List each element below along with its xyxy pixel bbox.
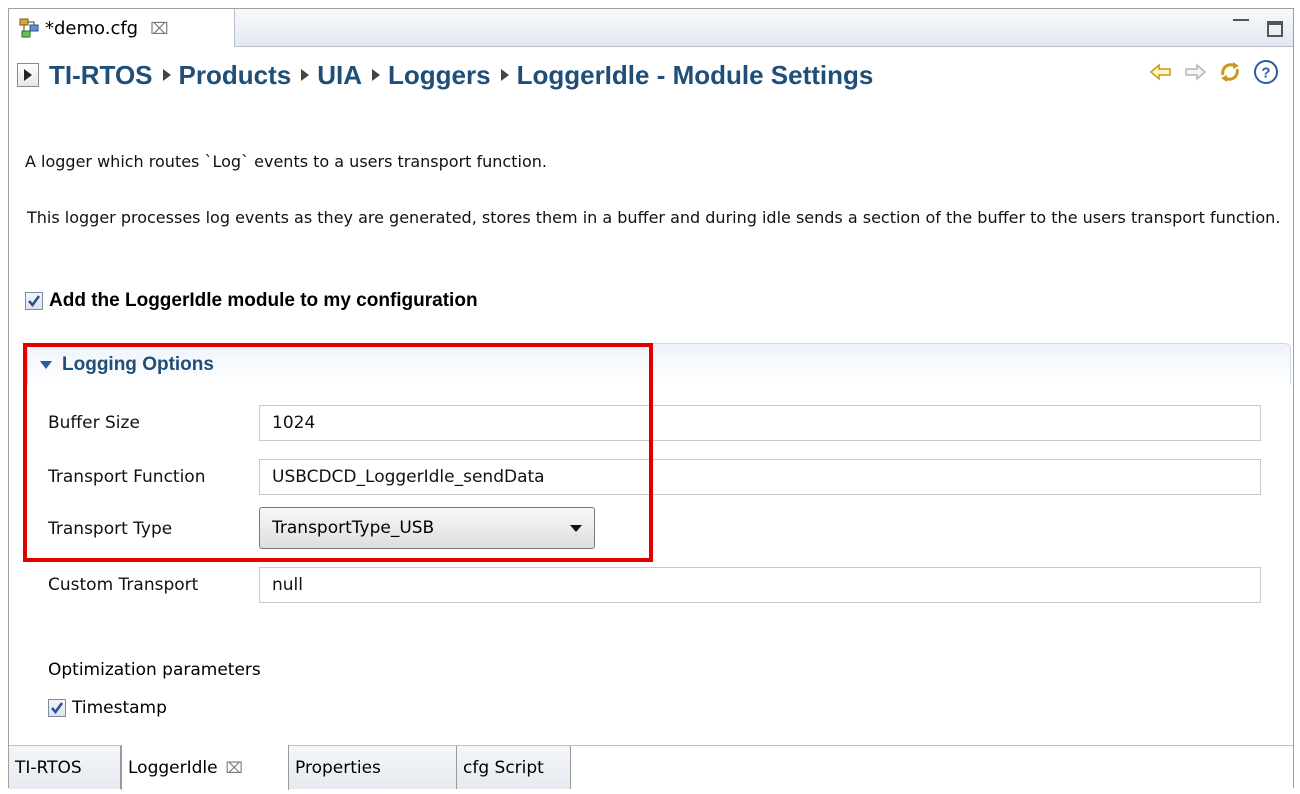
forward-arrow-icon[interactable] <box>1183 60 1207 84</box>
editor-window: *demo.cfg ⌧ TI-RTOS Products UIA Loggers… <box>8 8 1294 790</box>
nav-toolbar: ? <box>1149 59 1279 85</box>
tab-cfg-script-label: cfg Script <box>463 757 544 778</box>
play-arrow-icon <box>24 69 32 81</box>
transport-function-input[interactable] <box>259 459 1261 495</box>
section-title: Logging Options <box>62 353 214 375</box>
breadcrumb-separator-icon <box>301 69 310 81</box>
breadcrumb-separator-icon <box>372 69 380 81</box>
checkmark-icon <box>28 295 41 308</box>
transport-type-label: Transport Type <box>48 519 173 539</box>
breadcrumb-separator-icon <box>500 69 509 81</box>
breadcrumb-item-tirtos[interactable]: TI-RTOS <box>49 60 153 91</box>
timestamp-checkbox-row[interactable]: Timestamp <box>48 698 167 718</box>
logging-options-section-header[interactable]: Logging Options <box>27 343 1291 385</box>
expand-triangle-icon[interactable] <box>40 360 52 369</box>
breadcrumb-item-uia[interactable]: UIA <box>317 60 362 91</box>
dropdown-arrow-icon <box>570 525 582 532</box>
close-icon[interactable]: ⌧ <box>150 19 168 38</box>
page-title: LoggerIdle - Module Settings <box>516 59 874 90</box>
checkmark-icon <box>51 702 64 715</box>
editor-tab-demo-cfg[interactable]: *demo.cfg ⌧ <box>9 9 235 47</box>
breadcrumb-item-loggers[interactable]: Loggers <box>388 60 491 91</box>
help-icon[interactable]: ? <box>1253 59 1279 85</box>
custom-transport-label: Custom Transport <box>48 575 199 595</box>
transport-type-value: TransportType_USB <box>272 518 435 538</box>
tab-loggeridle[interactable]: LoggerIdle ⌧ <box>121 745 289 790</box>
tab-tirtos-label: TI-RTOS <box>15 757 82 778</box>
add-module-label: Add the LoggerIdle module to my configur… <box>49 290 478 311</box>
breadcrumb-separator-icon <box>162 69 171 81</box>
sync-icon[interactable] <box>1217 59 1243 85</box>
editor-tab-bar: *demo.cfg ⌧ <box>9 9 1293 47</box>
svg-text:?: ? <box>1261 65 1270 82</box>
tab-loggeridle-label: LoggerIdle <box>128 757 218 778</box>
close-icon[interactable]: ⌧ <box>226 759 243 777</box>
optimization-parameters-label: Optimization parameters <box>48 660 261 680</box>
custom-transport-input[interactable] <box>259 567 1261 603</box>
maximize-icon[interactable] <box>1267 21 1283 37</box>
config-file-icon <box>19 18 39 38</box>
tab-properties[interactable]: Properties <box>289 746 457 789</box>
module-description: A logger which routes `Log` events to a … <box>25 152 547 171</box>
back-arrow-icon[interactable] <box>1149 60 1173 84</box>
breadcrumb-item-products[interactable]: Products <box>179 60 292 91</box>
transport-type-select[interactable]: TransportType_USB <box>259 507 595 549</box>
editor-tab-title: *demo.cfg <box>45 17 139 39</box>
timestamp-label: Timestamp <box>72 698 167 718</box>
buffer-size-label: Buffer Size <box>48 413 140 433</box>
tab-cfg-script[interactable]: cfg Script <box>457 746 571 789</box>
buffer-size-input[interactable] <box>259 405 1261 441</box>
module-description-detail: This logger processes log events as they… <box>27 208 1281 227</box>
bottom-tab-bar: TI-RTOS LoggerIdle ⌧ Properties cfg Scri… <box>9 745 1293 790</box>
add-module-checkbox[interactable] <box>25 292 43 310</box>
tab-properties-label: Properties <box>295 757 381 778</box>
breadcrumb-toggle-button[interactable] <box>17 63 39 87</box>
timestamp-checkbox[interactable] <box>48 699 66 717</box>
tab-tirtos[interactable]: TI-RTOS <box>9 746 121 789</box>
add-module-checkbox-row[interactable]: Add the LoggerIdle module to my configur… <box>25 290 478 312</box>
minimize-icon[interactable] <box>1233 19 1249 29</box>
transport-function-label: Transport Function <box>48 467 206 487</box>
breadcrumb: TI-RTOS Products UIA Loggers LoggerIdle … <box>17 55 873 95</box>
